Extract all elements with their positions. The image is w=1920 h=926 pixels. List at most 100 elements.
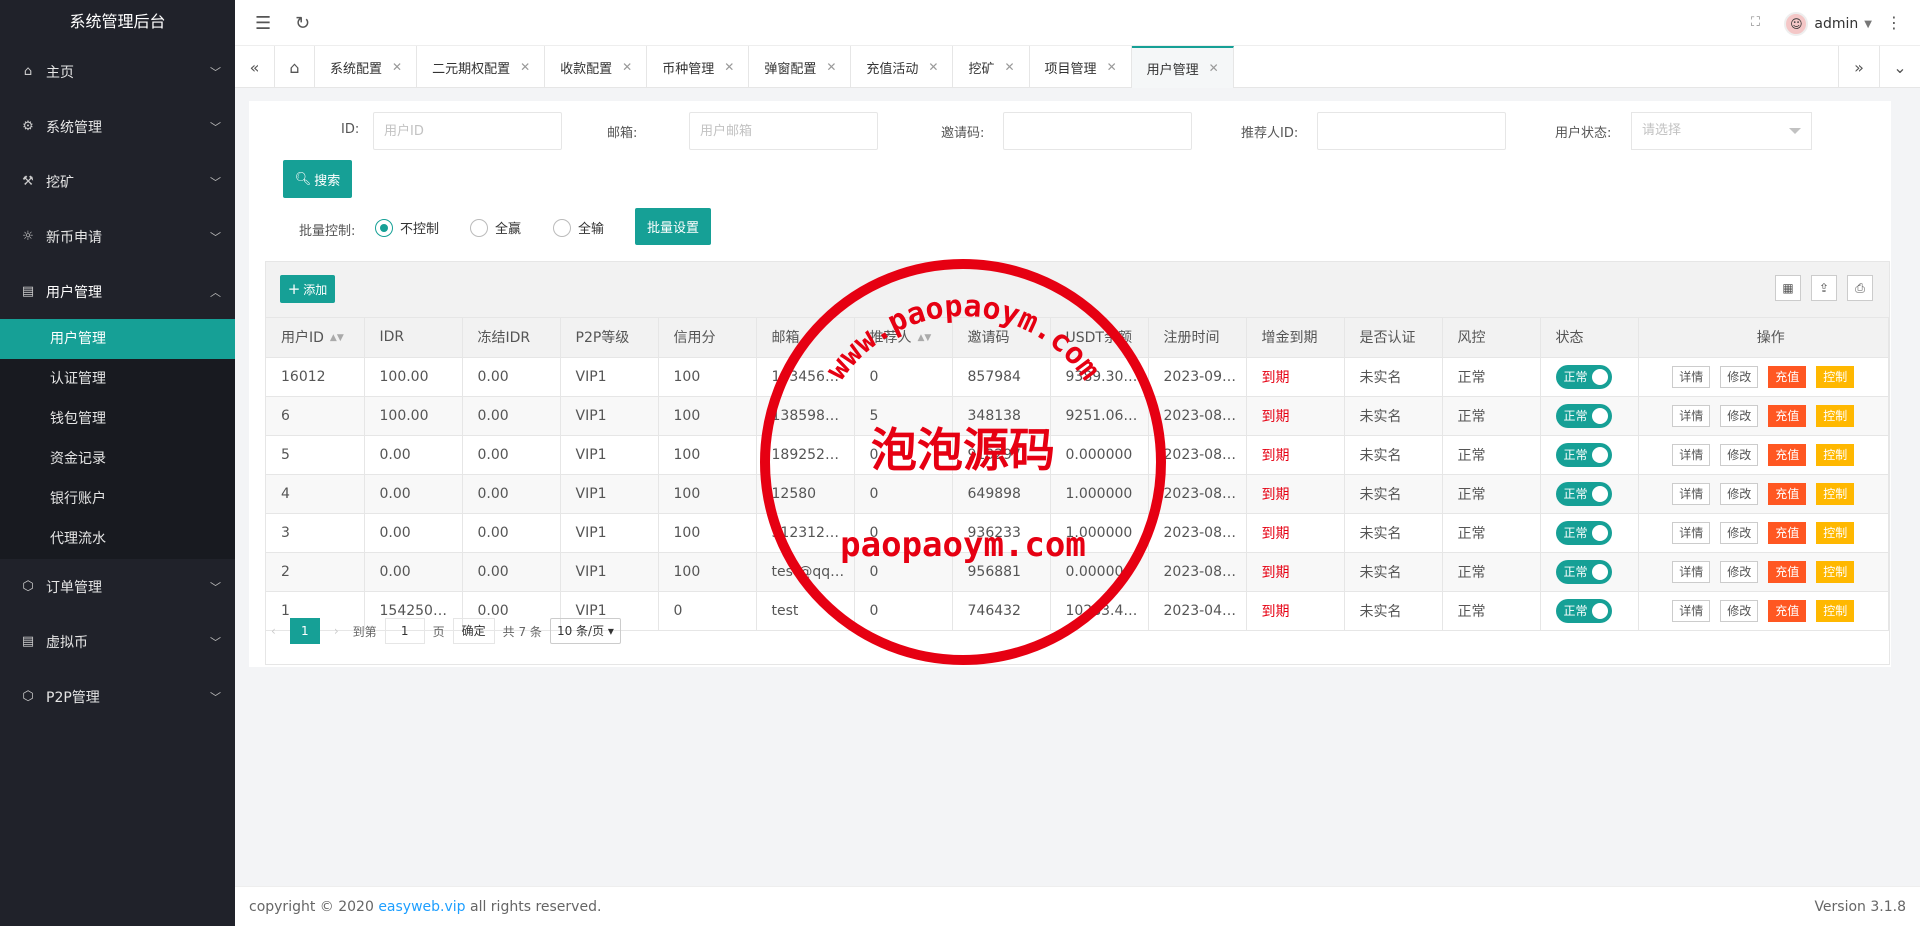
sidebar-subitem-1[interactable]: 认证管理	[0, 359, 235, 399]
tab-scroll-right-icon[interactable]: »	[1838, 46, 1879, 88]
column-filter-icon[interactable]: ▦	[1775, 275, 1801, 301]
tab-7[interactable]: 项目管理 ✕	[1030, 46, 1132, 88]
tab-2[interactable]: 收款配置 ✕	[545, 46, 648, 88]
sidebar-item-2[interactable]: ⚒ 挖矿 ﹀	[0, 154, 235, 209]
footer-link[interactable]: easyweb.vip	[378, 899, 465, 915]
recharge-button[interactable]: 充值	[1768, 482, 1807, 505]
status-toggle[interactable]: 正常	[1555, 442, 1612, 467]
close-icon[interactable]: ✕	[520, 60, 530, 74]
control-button[interactable]: 控制	[1816, 365, 1855, 388]
detail-button[interactable]: 详情	[1672, 482, 1711, 505]
tab-5[interactable]: 充值活动 ✕	[851, 46, 954, 88]
referrer-id-input[interactable]	[1317, 112, 1506, 150]
tab-0[interactable]: 系统配置 ✕	[315, 46, 418, 88]
control-button[interactable]: 控制	[1816, 521, 1855, 544]
control-button[interactable]: 控制	[1816, 443, 1855, 466]
batch-set-button[interactable]: 批量设置	[635, 208, 711, 245]
close-icon[interactable]: ✕	[724, 60, 734, 74]
add-user-button[interactable]: + 添加	[280, 275, 335, 303]
radio-all-lose[interactable]: 全输	[553, 218, 604, 237]
edit-button[interactable]: 修改	[1720, 521, 1759, 544]
sidebar-item-4[interactable]: ▤ 用户管理 ︿	[0, 264, 235, 319]
status-toggle[interactable]: 正常	[1555, 481, 1612, 506]
status-toggle[interactable]: 正常	[1555, 559, 1612, 584]
close-icon[interactable]: ✕	[1209, 61, 1219, 75]
close-icon[interactable]: ✕	[1107, 60, 1117, 74]
sidebar-item-0[interactable]: ⌂ 主页 ﹀	[0, 44, 235, 99]
more-icon[interactable]: ⋮	[1886, 13, 1902, 32]
detail-button[interactable]: 详情	[1672, 404, 1711, 427]
user-status-select[interactable]: 请选择	[1631, 112, 1812, 150]
status-toggle[interactable]: 正常	[1555, 598, 1612, 623]
recharge-button[interactable]: 充值	[1768, 365, 1807, 388]
close-icon[interactable]: ✕	[622, 60, 632, 74]
sort-icon[interactable]: ▲▼	[918, 333, 932, 343]
edit-button[interactable]: 修改	[1720, 482, 1759, 505]
print-icon[interactable]: ⎙	[1847, 275, 1873, 301]
close-icon[interactable]: ✕	[1004, 60, 1014, 74]
tab-4[interactable]: 弹窗配置 ✕	[749, 46, 852, 88]
edit-button[interactable]: 修改	[1720, 404, 1759, 427]
recharge-button[interactable]: 充值	[1768, 599, 1807, 622]
tab-menu-chevron-icon[interactable]: ⌄	[1879, 46, 1920, 88]
radio-all-win[interactable]: 全赢	[470, 218, 521, 237]
sort-icon[interactable]: ▲▼	[330, 333, 344, 343]
detail-button[interactable]: 详情	[1672, 521, 1711, 544]
goto-page-input[interactable]: 1	[384, 618, 425, 644]
sidebar-subitem-0[interactable]: 用户管理	[0, 319, 235, 359]
recharge-button[interactable]: 充值	[1768, 404, 1807, 427]
detail-button[interactable]: 详情	[1672, 365, 1711, 388]
column-header[interactable]: 推荐人 ▲▼	[854, 318, 953, 358]
invite-code-input[interactable]	[1003, 112, 1192, 150]
export-icon[interactable]: ⇪	[1811, 275, 1837, 301]
tab-6[interactable]: 挖矿 ✕	[953, 46, 1030, 88]
status-toggle[interactable]: 正常	[1555, 403, 1612, 428]
prev-page-icon[interactable]: ‹	[265, 624, 282, 638]
edit-button[interactable]: 修改	[1720, 443, 1759, 466]
detail-button[interactable]: 详情	[1672, 443, 1711, 466]
control-button[interactable]: 控制	[1816, 560, 1855, 583]
status-toggle[interactable]: 正常	[1555, 364, 1612, 389]
close-icon[interactable]: ✕	[392, 60, 402, 74]
fullscreen-icon[interactable]: ⛶	[1751, 15, 1760, 30]
status-toggle[interactable]: 正常	[1555, 520, 1612, 545]
control-button[interactable]: 控制	[1816, 482, 1855, 505]
tab-1[interactable]: 二元期权配置 ✕	[417, 46, 546, 88]
home-tab-icon[interactable]: ⌂	[275, 46, 315, 88]
radio-no-control[interactable]: 不控制	[375, 218, 439, 237]
tab-3[interactable]: 币种管理 ✕	[647, 46, 750, 88]
sidebar-item-7[interactable]: ⬡ P2P管理 ﹀	[0, 669, 235, 724]
next-page-icon[interactable]: ›	[328, 624, 345, 638]
sidebar-item-6[interactable]: ▤ 虚拟币 ﹀	[0, 614, 235, 669]
sidebar-item-5[interactable]: ⬡ 订单管理 ﹀	[0, 559, 235, 614]
column-header[interactable]: 用户ID ▲▼	[266, 318, 365, 358]
sidebar-subitem-4[interactable]: 银行账户	[0, 479, 235, 519]
close-icon[interactable]: ✕	[928, 60, 938, 74]
edit-button[interactable]: 修改	[1720, 599, 1759, 622]
refresh-icon[interactable]: ↻	[295, 13, 310, 34]
goto-confirm-button[interactable]: 确定	[452, 618, 495, 644]
sidebar-item-1[interactable]: ⚙ 系统管理 ﹀	[0, 99, 235, 154]
close-icon[interactable]: ✕	[826, 60, 836, 74]
recharge-button[interactable]: 充值	[1768, 521, 1807, 544]
control-button[interactable]: 控制	[1816, 404, 1855, 427]
email-input[interactable]	[689, 112, 878, 150]
recharge-button[interactable]: 充值	[1768, 443, 1807, 466]
page-size-select[interactable]: 10 条/页 ▾	[549, 618, 621, 644]
edit-button[interactable]: 修改	[1720, 560, 1759, 583]
edit-button[interactable]: 修改	[1720, 365, 1759, 388]
control-button[interactable]: 控制	[1816, 599, 1855, 622]
sidebar-subitem-5[interactable]: 代理流水	[0, 519, 235, 559]
user-id-input[interactable]	[373, 112, 562, 150]
sidebar-subitem-3[interactable]: 资金记录	[0, 439, 235, 479]
tab-8[interactable]: 用户管理 ✕	[1131, 46, 1234, 88]
detail-button[interactable]: 详情	[1672, 599, 1711, 622]
tab-scroll-left-icon[interactable]: «	[235, 46, 275, 88]
search-button[interactable]: 🔍︎ 搜索	[283, 160, 352, 198]
detail-button[interactable]: 详情	[1672, 560, 1711, 583]
sidebar-item-3[interactable]: ☼ 新币申请 ﹀	[0, 209, 235, 264]
user-menu[interactable]: ☺ admin ▼	[1784, 12, 1872, 36]
menu-collapse-icon[interactable]: ☰	[255, 13, 271, 34]
page-current[interactable]: 1	[289, 618, 320, 644]
sidebar-subitem-2[interactable]: 钱包管理	[0, 399, 235, 439]
